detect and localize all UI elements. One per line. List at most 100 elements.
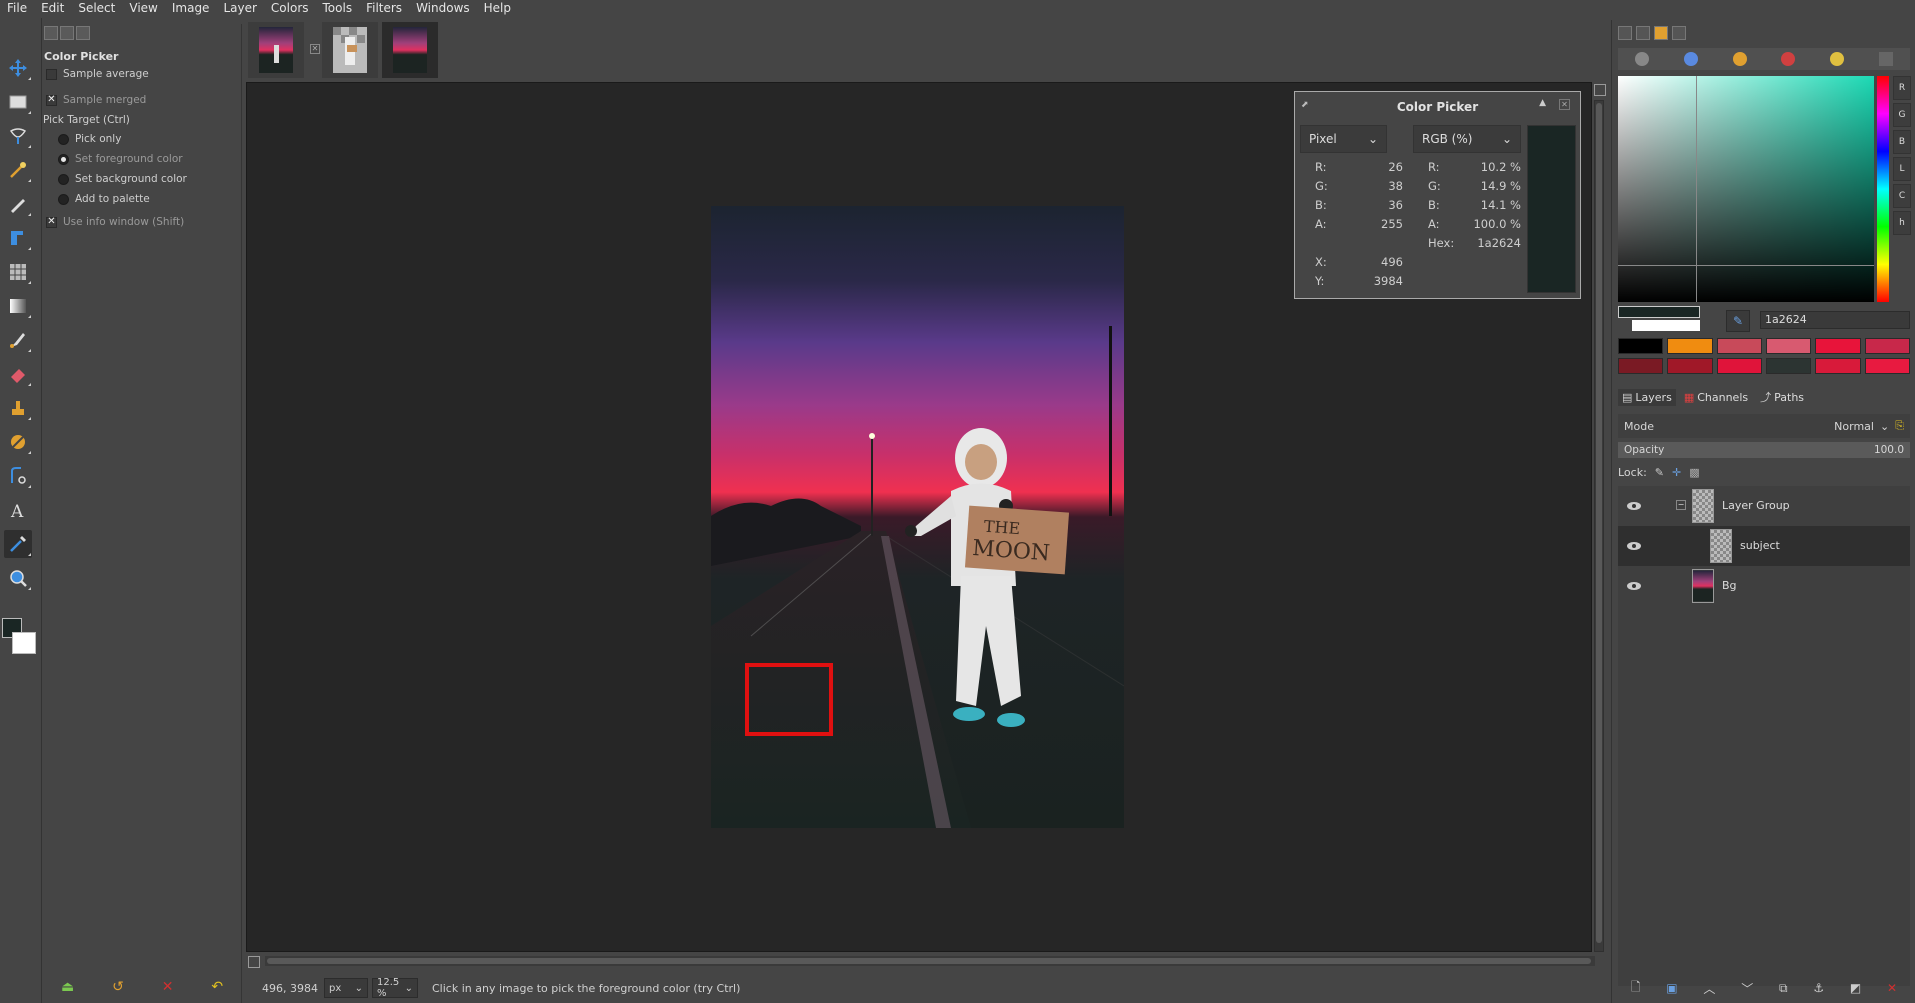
paths-tool-icon[interactable] [4,462,32,490]
pick-only-radio[interactable] [58,133,69,145]
history-swatch[interactable] [1716,358,1762,374]
tab-device-status[interactable] [60,26,74,40]
use-info-window-option[interactable]: ✕ Use info window (Shift) [46,216,184,228]
bg-mini-swatch[interactable] [1632,320,1700,331]
menu-layer[interactable]: Layer [216,0,263,17]
tab-layers[interactable]: ▤ Layers [1618,388,1676,406]
menu-colors[interactable]: Colors [264,0,316,17]
lower-layer-icon[interactable]: ﹀ [1741,980,1753,997]
set-foreground-option[interactable]: Set foreground color [58,153,183,165]
paths-pen-tool-icon[interactable] [4,190,32,218]
channel-g-button[interactable]: G [1893,103,1911,127]
layer-mask-icon[interactable]: ◩ [1850,981,1861,995]
layer-mode-row[interactable]: Mode Normal ⌄ ⎘ [1618,414,1910,438]
color-saturation-value-square[interactable] [1618,76,1874,302]
vertical-scrollbar-thumb[interactable] [1596,103,1602,943]
history-swatch[interactable] [1618,358,1664,374]
visibility-eye-icon[interactable] [1626,541,1642,551]
hue-slider[interactable] [1877,76,1889,302]
menu-help[interactable]: Help [477,0,518,17]
background-color-swatch[interactable] [12,632,36,654]
lock-pixels-icon[interactable]: ✎ [1655,466,1664,479]
tab-tool-options[interactable] [44,26,58,40]
lock-position-icon[interactable]: ✛ [1672,466,1681,479]
anchor-layer-icon[interactable]: ⚓ [1813,981,1824,995]
tab-channels[interactable]: ▦ Channels [1680,389,1752,406]
history-swatch[interactable] [1716,338,1762,354]
restore-options-icon[interactable]: ↺ [112,979,124,995]
delete-options-icon[interactable]: ✕ [162,979,174,995]
history-swatch[interactable] [1765,358,1812,374]
fuzzy-select-tool-icon[interactable] [4,156,32,184]
menu-file[interactable]: File [0,0,34,17]
menu-edit[interactable]: Edit [34,0,71,17]
history-swatch[interactable] [1815,358,1861,374]
tab-fg-bg-colors[interactable] [1618,26,1632,40]
history-swatch[interactable] [1864,358,1910,374]
save-options-icon[interactable]: ⏏ [61,979,74,995]
history-swatch[interactable] [1815,338,1861,354]
channel-b-button[interactable]: B [1893,130,1911,154]
history-swatch[interactable] [1667,358,1713,374]
menu-filters[interactable]: Filters [359,0,409,17]
pick-only-option[interactable]: Pick only [58,133,121,145]
free-select-tool-icon[interactable] [4,122,32,150]
channel-r-button[interactable]: R [1893,76,1911,100]
sample-merged-checkbox[interactable]: ✕ [46,94,57,106]
history-swatch[interactable] [1765,338,1812,354]
smudge-tool-icon[interactable] [4,428,32,456]
zoom-select[interactable]: 12.5 % ⌄ [372,977,418,999]
menu-tools[interactable]: Tools [316,0,360,17]
channel-h-button[interactable]: h [1893,211,1911,235]
reset-options-icon[interactable]: ↶ [211,979,223,995]
quick-mask-toggle-icon[interactable] [248,956,260,968]
horizontal-scrollbar[interactable] [265,956,1595,966]
fg-bg-mini-swatches[interactable] [1618,306,1700,332]
rgb-percent-mode-select[interactable]: RGB (%) ⌄ [1413,125,1521,153]
image-tab-1[interactable]: ✕ [248,22,320,78]
zoom-tool-icon[interactable] [4,564,32,592]
composite-mode-icon[interactable]: ⎘ [1895,419,1904,433]
opacity-value[interactable]: 100.0 [1874,444,1904,456]
fg-mini-swatch[interactable] [1618,306,1700,318]
rect-select-tool-icon[interactable] [4,88,32,116]
close-icon[interactable]: ✕ [1559,99,1570,110]
set-background-option[interactable]: Set background color [58,173,187,185]
collapse-group-icon[interactable]: − [1676,500,1686,510]
eyedropper-button[interactable]: ✎ [1726,310,1750,332]
paintbrush-tool-icon[interactable] [4,326,32,354]
tab-brushes[interactable] [1636,26,1650,40]
triangle-selector-icon[interactable] [1732,52,1747,66]
sample-merged-option[interactable]: ✕ Sample merged [46,94,146,106]
wheel-selector-icon[interactable] [1781,52,1796,66]
sample-average-checkbox[interactable] [46,68,57,80]
watercolor-selector-icon[interactable] [1829,52,1844,66]
layer-row-subject[interactable]: subject [1618,526,1910,566]
tab-gradients[interactable] [1672,26,1686,40]
add-to-palette-option[interactable]: Add to palette [58,193,150,205]
menu-image[interactable]: Image [165,0,217,17]
horizontal-scrollbar-thumb[interactable] [267,958,1591,964]
tab-patterns[interactable] [1654,26,1668,40]
new-layer-icon[interactable]: 🗋 [1631,978,1641,999]
palette-selector-icon[interactable] [1878,52,1893,66]
menu-select[interactable]: Select [71,0,122,17]
layer-row-layer-group[interactable]: − Layer Group [1618,486,1910,526]
new-group-icon[interactable]: ▣ [1666,981,1677,995]
clone-tool-icon[interactable] [4,394,32,422]
add-to-palette-radio[interactable] [58,193,69,205]
navigate-icon[interactable] [1594,84,1606,96]
raise-layer-icon[interactable]: ︿ [1703,980,1715,997]
set-background-radio[interactable] [58,173,69,185]
delete-layer-icon[interactable]: ✕ [1887,981,1897,995]
close-tab-icon[interactable]: ✕ [310,44,320,54]
tab-undo-history[interactable] [76,26,90,40]
move-tool-icon[interactable] [4,54,32,82]
eraser-tool-icon[interactable] [4,360,32,388]
menu-view[interactable]: View [122,0,164,17]
set-foreground-radio[interactable] [58,153,69,165]
gradient-tool-icon[interactable] [4,292,32,320]
menu-windows[interactable]: Windows [409,0,477,17]
collapse-icon[interactable]: ▲ [1539,98,1546,108]
channel-l-button[interactable]: L [1893,157,1911,181]
